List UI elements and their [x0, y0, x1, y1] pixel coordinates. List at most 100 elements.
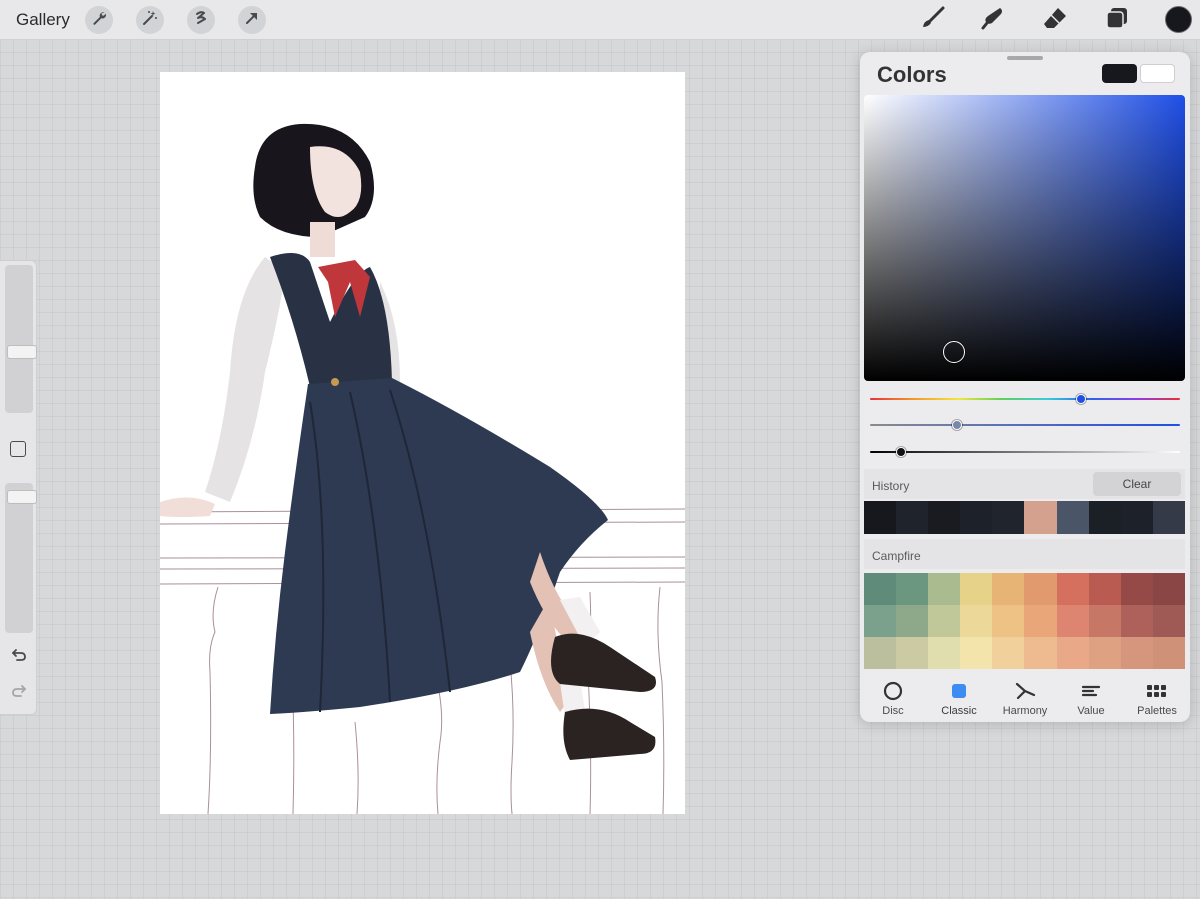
current-color-button[interactable]: [1165, 6, 1192, 33]
palette-swatch[interactable]: [928, 637, 961, 669]
palette-name: Campfire: [872, 549, 921, 563]
palette-swatch[interactable]: [960, 605, 993, 637]
palette-swatch[interactable]: [960, 573, 993, 605]
history-swatch[interactable]: [1088, 501, 1121, 534]
saturation-slider[interactable]: [870, 420, 1180, 430]
history-label: History: [872, 479, 910, 493]
history-swatch[interactable]: [864, 501, 897, 534]
tab-value[interactable]: Value: [1058, 674, 1124, 722]
left-sidebar: [0, 260, 37, 715]
palette-swatch[interactable]: [1120, 637, 1153, 669]
palette-swatch[interactable]: [1120, 605, 1153, 637]
palette-swatch[interactable]: [1152, 605, 1185, 637]
palette-swatch[interactable]: [1152, 637, 1185, 669]
history-swatch[interactable]: [1056, 501, 1089, 534]
palette-swatch[interactable]: [896, 573, 929, 605]
disc-icon: [883, 680, 903, 702]
palette-swatches: [864, 573, 1185, 669]
magic-wand-icon: [142, 10, 158, 31]
palette-swatch[interactable]: [1056, 637, 1089, 669]
adjustments-button[interactable]: [136, 6, 164, 34]
color-mode-tabs: Disc Classic Harmony Value Palettes: [860, 674, 1190, 722]
palette-swatch[interactable]: [1152, 573, 1185, 605]
harmony-icon: [1014, 680, 1036, 702]
palette-swatch[interactable]: [896, 605, 929, 637]
history-swatch[interactable]: [1152, 501, 1185, 534]
brightness-slider[interactable]: [870, 447, 1180, 457]
brush-button[interactable]: [917, 4, 949, 36]
transform-button[interactable]: [238, 6, 266, 34]
clear-history-button[interactable]: Clear: [1093, 472, 1181, 496]
eraser-button[interactable]: [1039, 4, 1071, 36]
palette-swatch[interactable]: [1024, 637, 1057, 669]
hue-knob[interactable]: [1075, 394, 1086, 404]
palette-swatch[interactable]: [1056, 573, 1089, 605]
palette-swatch[interactable]: [864, 605, 897, 637]
classic-icon: [949, 680, 969, 702]
palette-swatch[interactable]: [864, 637, 897, 669]
history-swatch[interactable]: [960, 501, 993, 534]
palette-swatch[interactable]: [1056, 605, 1089, 637]
layers-button[interactable]: [1101, 4, 1133, 36]
palette-swatch[interactable]: [1088, 637, 1121, 669]
tab-classic[interactable]: Classic: [926, 674, 992, 722]
palette-swatch[interactable]: [960, 637, 993, 669]
opacity-slider[interactable]: [5, 483, 37, 633]
palette-swatch[interactable]: [928, 605, 961, 637]
saturation-knob[interactable]: [951, 420, 962, 430]
tab-disc[interactable]: Disc: [860, 674, 926, 722]
tab-palettes[interactable]: Palettes: [1124, 674, 1190, 722]
secondary-color-swatch[interactable]: [1140, 64, 1175, 83]
palette-swatch[interactable]: [864, 573, 897, 605]
undo-button[interactable]: [8, 645, 30, 667]
layers-icon: [1104, 5, 1130, 36]
palette-swatch[interactable]: [1120, 573, 1153, 605]
modify-button[interactable]: [10, 441, 26, 457]
palette-swatch[interactable]: [992, 605, 1025, 637]
smudge-button[interactable]: [977, 4, 1009, 36]
panel-grip[interactable]: [1007, 56, 1043, 60]
brightness-knob[interactable]: [896, 447, 906, 457]
panel-title: Colors: [877, 62, 947, 87]
palette-swatch[interactable]: [928, 573, 961, 605]
smudge-icon: [980, 5, 1006, 36]
selection-button[interactable]: [187, 6, 215, 34]
history-header: History Clear: [864, 469, 1185, 499]
palette-swatch[interactable]: [896, 637, 929, 669]
primary-color-swatch[interactable]: [1102, 64, 1137, 83]
history-swatch[interactable]: [928, 501, 961, 534]
history-swatch[interactable]: [1120, 501, 1153, 534]
history-swatches: [864, 501, 1185, 534]
opacity-thumb[interactable]: [7, 489, 37, 504]
actions-button[interactable]: [85, 6, 113, 34]
palette-swatch[interactable]: [1088, 573, 1121, 605]
selection-icon: [193, 10, 209, 31]
value-icon: [1079, 680, 1103, 702]
hue-slider[interactable]: [870, 394, 1180, 404]
palette-swatch[interactable]: [992, 637, 1025, 669]
illustration-artwork: [160, 123, 685, 814]
palette-swatch[interactable]: [992, 573, 1025, 605]
palette-swatch[interactable]: [1024, 573, 1057, 605]
palettes-icon: [1145, 680, 1169, 702]
drawing-canvas[interactable]: [160, 72, 685, 814]
history-swatch[interactable]: [1024, 501, 1057, 534]
tab-harmony[interactable]: Harmony: [992, 674, 1058, 722]
redo-icon: [10, 681, 28, 704]
top-toolbar: Gallery: [0, 0, 1200, 40]
colors-panel: Colors History Clear Campfire Disc Class…: [860, 52, 1190, 722]
palette-swatch[interactable]: [1088, 605, 1121, 637]
brush-size-slider[interactable]: [5, 265, 37, 413]
saturation-brightness-picker[interactable]: [864, 95, 1185, 381]
palette-swatch[interactable]: [1024, 605, 1057, 637]
eraser-icon: [1042, 5, 1068, 36]
color-picker-cursor[interactable]: [942, 341, 965, 364]
palette-header: Campfire: [864, 539, 1185, 569]
redo-button[interactable]: [8, 681, 30, 703]
gallery-button[interactable]: Gallery: [16, 10, 70, 30]
history-swatch[interactable]: [896, 501, 929, 534]
brush-size-thumb[interactable]: [7, 345, 37, 360]
transform-arrow-icon: [244, 10, 260, 31]
undo-icon: [10, 645, 28, 668]
history-swatch[interactable]: [992, 501, 1025, 534]
